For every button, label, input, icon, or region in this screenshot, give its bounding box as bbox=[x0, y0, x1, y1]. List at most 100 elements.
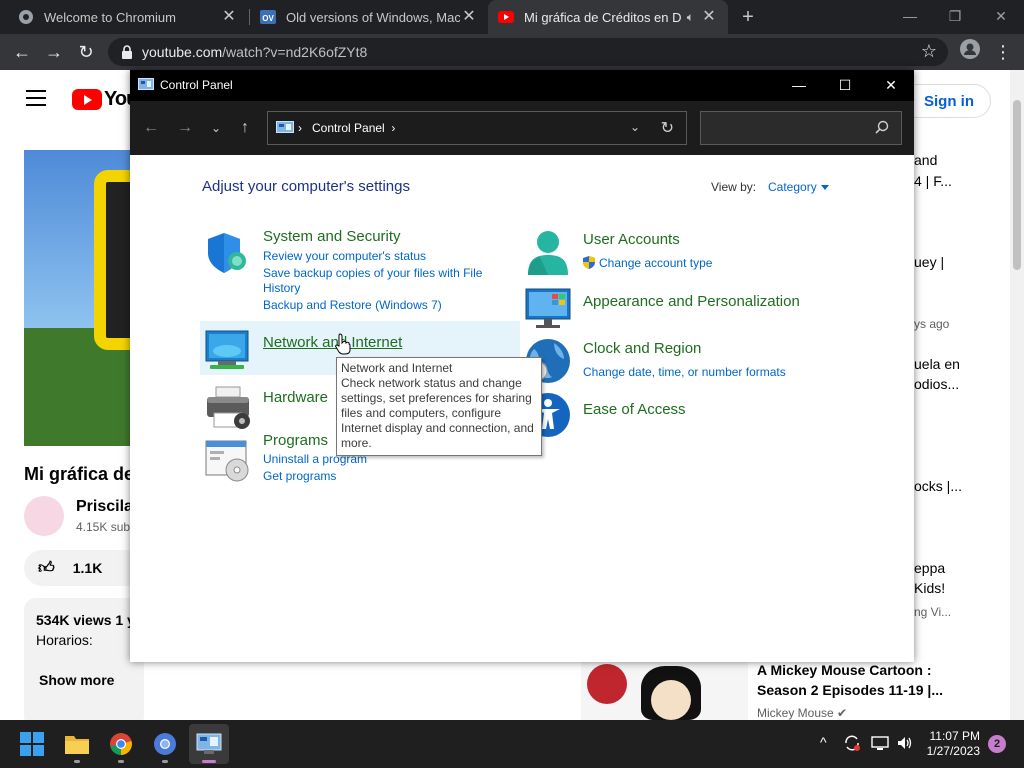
tooltip: Network and Internet Check network statu… bbox=[336, 357, 542, 456]
minimize-icon[interactable]: — bbox=[897, 5, 923, 27]
view-by-dropdown[interactable]: Category bbox=[768, 180, 829, 194]
hamburger-menu-icon[interactable] bbox=[26, 90, 46, 106]
sync-icon[interactable] bbox=[843, 734, 861, 755]
printer-icon[interactable] bbox=[204, 383, 252, 431]
category-appearance[interactable]: Appearance and Personalization bbox=[583, 293, 800, 310]
search-icon[interactable] bbox=[875, 120, 889, 134]
channel-avatar[interactable] bbox=[24, 496, 64, 536]
forward-arrow-icon[interactable]: → bbox=[173, 117, 197, 139]
taskbar-file-explorer[interactable] bbox=[57, 724, 97, 764]
related-title-line: Season 2 Episodes 11-19 |... bbox=[757, 682, 944, 698]
close-icon[interactable]: ✕ bbox=[700, 8, 718, 26]
description-box[interactable]: 534K views 1 y Horarios: Show more bbox=[24, 598, 144, 720]
maximize-icon[interactable]: ☐ bbox=[822, 70, 868, 101]
related-title[interactable]: uela en bbox=[914, 354, 960, 374]
address-breadcrumb[interactable]: › Control Panel › ⌄ ↻ bbox=[267, 111, 687, 145]
programs-icon[interactable] bbox=[204, 437, 252, 485]
network-monitor-icon[interactable] bbox=[204, 325, 252, 373]
restore-icon[interactable]: ❐ bbox=[942, 5, 968, 27]
tab-welcome[interactable]: Welcome to Chromium ✕ bbox=[8, 0, 248, 34]
lock-icon bbox=[120, 44, 134, 60]
link-get-programs[interactable]: Get programs bbox=[263, 468, 336, 484]
link-change-account-type[interactable]: Change account type bbox=[583, 255, 712, 271]
related-video-title[interactable]: A Mickey Mouse Cartoon : Season 2 Episod… bbox=[757, 660, 943, 700]
tab-youtube[interactable]: Mi gráfica de Créditos en Dis 🔈︎ ✕ bbox=[488, 0, 728, 34]
video-player[interactable] bbox=[24, 150, 144, 446]
sign-in-label: Sign in bbox=[924, 92, 974, 110]
related-title[interactable]: 4 | F... bbox=[914, 171, 952, 191]
menu-kebab-icon[interactable]: ⋮ bbox=[990, 39, 1016, 65]
breadcrumb-item[interactable]: Control Panel bbox=[312, 121, 385, 135]
tray-chevron-up-icon[interactable]: ^ bbox=[820, 734, 827, 750]
clock-time: 11:07 PM bbox=[929, 729, 980, 743]
category-user-accounts[interactable]: User Accounts bbox=[583, 231, 680, 248]
youtube-play-icon bbox=[72, 89, 102, 110]
related-title[interactable]: Kids! bbox=[914, 578, 945, 598]
thumbs-up-icon: 👍︎ bbox=[38, 559, 55, 577]
close-icon[interactable]: ✕ bbox=[868, 70, 914, 101]
tab-title: Mi gráfica de Créditos en Dis bbox=[524, 9, 681, 25]
related-title[interactable]: ocks |... bbox=[914, 476, 962, 496]
forward-arrow-icon[interactable]: → bbox=[41, 39, 67, 65]
category-system-security[interactable]: System and Security bbox=[263, 228, 401, 245]
speaker-icon[interactable]: 🔈︎ bbox=[687, 10, 694, 25]
page-scrollbar[interactable] bbox=[1010, 70, 1024, 720]
category-clock-region[interactable]: Clock and Region bbox=[583, 340, 701, 357]
system-clock[interactable]: 11:07 PM 1/27/2023 bbox=[920, 729, 980, 759]
volume-icon[interactable] bbox=[896, 734, 914, 755]
link-change-date-time[interactable]: Change date, time, or number formats bbox=[583, 364, 786, 380]
window-titlebar[interactable]: Control Panel — ☐ ✕ bbox=[130, 70, 914, 101]
control-panel-icon bbox=[196, 733, 222, 754]
clock-date: 1/27/2023 bbox=[926, 744, 980, 758]
link-review-status[interactable]: Review your computer's status bbox=[263, 248, 426, 264]
category-ease-of-access[interactable]: Ease of Access bbox=[583, 401, 686, 418]
refresh-icon[interactable]: ↻ bbox=[661, 118, 674, 138]
close-icon[interactable]: ✕ bbox=[220, 8, 238, 26]
taskbar-control-panel[interactable] bbox=[189, 724, 229, 764]
shield-icon[interactable] bbox=[204, 229, 252, 277]
appearance-monitor-icon[interactable] bbox=[524, 285, 572, 333]
reload-icon[interactable]: ↻ bbox=[73, 39, 99, 65]
chevron-down-icon[interactable]: ⌄ bbox=[630, 120, 640, 134]
like-button[interactable]: 👍︎ 1.1K bbox=[24, 550, 144, 586]
user-accounts-icon[interactable] bbox=[524, 229, 572, 277]
back-arrow-icon[interactable]: ← bbox=[9, 39, 35, 65]
link-save-backup[interactable]: Save backup copies of your files with Fi… bbox=[263, 265, 482, 281]
search-input[interactable] bbox=[700, 111, 902, 145]
scrollbar-thumb[interactable] bbox=[1013, 100, 1021, 270]
chromium-icon bbox=[18, 9, 34, 25]
category-hardware[interactable]: Hardware bbox=[263, 389, 328, 406]
oldversion-icon: OV bbox=[260, 9, 276, 25]
related-title[interactable]: odios... bbox=[914, 374, 959, 394]
view-by-label: View by: bbox=[711, 180, 757, 194]
notification-badge[interactable]: 2 bbox=[988, 735, 1006, 753]
start-button[interactable] bbox=[12, 724, 52, 764]
close-icon[interactable]: ✕ bbox=[460, 8, 478, 26]
link-label: Change account type bbox=[599, 256, 713, 270]
recent-locations-chevron-icon[interactable]: ⌄ bbox=[204, 117, 228, 139]
taskbar-chrome[interactable] bbox=[101, 724, 141, 764]
tab-old-versions[interactable]: OV Old versions of Windows, Mac an ✕ bbox=[250, 0, 488, 34]
related-thumbnail[interactable] bbox=[581, 662, 748, 720]
new-tab-button[interactable]: + bbox=[737, 6, 759, 28]
minimize-icon[interactable]: — bbox=[776, 70, 822, 101]
close-icon[interactable]: ✕ bbox=[988, 5, 1014, 27]
taskbar-chromium[interactable] bbox=[145, 724, 185, 764]
address-bar[interactable]: youtube.com/watch?v=nd2K6ofZYt8 ☆ bbox=[108, 38, 948, 66]
youtube-logo[interactable]: You bbox=[72, 88, 138, 111]
network-status-icon[interactable] bbox=[871, 734, 889, 755]
category-network-internet[interactable]: Network and Internet bbox=[263, 334, 402, 351]
control-panel-icon bbox=[276, 121, 294, 135]
back-arrow-icon[interactable]: ← bbox=[139, 117, 163, 139]
show-more-button[interactable]: Show more bbox=[39, 672, 114, 688]
category-programs[interactable]: Programs bbox=[263, 432, 328, 449]
channel-name[interactable]: Priscila bbox=[76, 498, 133, 516]
related-title[interactable]: and bbox=[914, 150, 937, 170]
link-save-backup-cont[interactable]: History bbox=[263, 280, 300, 296]
bookmark-star-icon[interactable]: ☆ bbox=[918, 40, 940, 62]
profile-icon[interactable] bbox=[957, 39, 983, 65]
related-title[interactable]: eppa bbox=[914, 558, 945, 578]
up-arrow-icon[interactable]: ↑ bbox=[233, 117, 257, 139]
link-backup-restore[interactable]: Backup and Restore (Windows 7) bbox=[263, 297, 442, 313]
related-title[interactable]: uey | bbox=[914, 252, 944, 272]
